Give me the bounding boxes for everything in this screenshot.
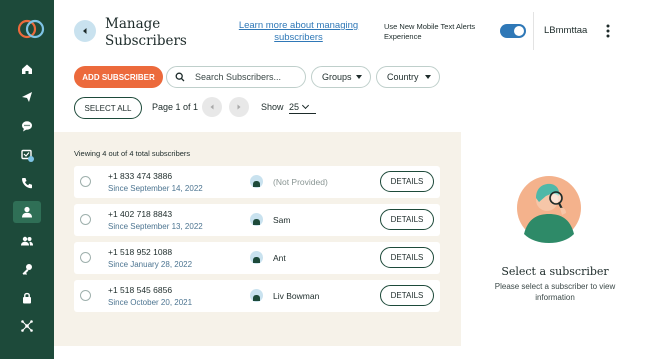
app-logo — [17, 19, 45, 39]
user-name[interactable]: LBmmttaa — [544, 25, 587, 36]
subscriber-since: Since September 14, 2022 — [108, 184, 203, 193]
toolbar: ADD SUBSCRIBER Groups Country SELECT ALL… — [54, 62, 649, 132]
page-size-select[interactable]: 25 — [289, 100, 316, 114]
phone-icon — [22, 178, 32, 189]
chevron-left-icon — [210, 104, 214, 110]
avatar-icon — [250, 175, 263, 188]
subscriber-since: Since September 13, 2022 — [108, 222, 203, 231]
details-button[interactable]: DETAILS — [380, 209, 434, 230]
sidebar-item-groups[interactable] — [13, 230, 41, 252]
subscriber-phone: +1 402 718 8843 — [108, 209, 173, 219]
search-input[interactable] — [195, 72, 305, 82]
country-dropdown-label: Country — [387, 72, 419, 82]
send-icon — [22, 92, 32, 102]
user-icon — [22, 206, 32, 218]
subscriber-name: Sam — [273, 215, 291, 225]
avatar-icon — [250, 289, 263, 302]
caret-down-icon — [356, 75, 362, 79]
groups-dropdown[interactable]: Groups — [311, 66, 371, 88]
subscriber-row[interactable]: +1 518 952 1088 Since January 28, 2022 A… — [74, 242, 440, 274]
prev-page-button[interactable] — [202, 97, 222, 117]
subscriber-phone: +1 518 545 6856 — [108, 285, 173, 295]
subscriber-since: Since January 28, 2022 — [108, 260, 193, 269]
sidebar-item-home[interactable] — [13, 58, 41, 80]
viewing-count: Viewing 4 out of 4 total subscribers — [74, 149, 191, 158]
row-select-radio[interactable] — [80, 290, 91, 301]
details-button[interactable]: DETAILS — [380, 247, 434, 268]
page-header: Manage Subscribers Learn more about mana… — [54, 0, 649, 62]
row-select-radio[interactable] — [80, 252, 91, 263]
details-button[interactable]: DETAILS — [380, 171, 434, 192]
groups-dropdown-label: Groups — [322, 72, 352, 82]
subscriber-row[interactable]: +1 833 474 3886 Since September 14, 2022… — [74, 166, 440, 198]
person-magnifier-illustration — [517, 176, 581, 243]
empty-state-subtitle: Please select a subscriber to view infor… — [494, 282, 616, 302]
sidebar-item-send[interactable] — [13, 86, 41, 108]
search-icon — [175, 72, 185, 82]
key-icon — [22, 264, 32, 275]
network-icon — [21, 320, 33, 332]
add-subscriber-button[interactable]: ADD SUBSCRIBER — [74, 66, 163, 88]
caret-down-icon — [425, 75, 431, 79]
avatar-icon — [250, 213, 263, 226]
subscriber-phone: +1 518 952 1088 — [108, 247, 173, 257]
users-icon — [21, 236, 33, 246]
sidebar-item-calls[interactable] — [13, 172, 41, 194]
subscriber-row[interactable]: +1 402 718 8843 Since September 13, 2022… — [74, 204, 440, 236]
chevron-left-icon — [83, 28, 87, 34]
details-button[interactable]: DETAILS — [380, 285, 434, 306]
subscriber-list: Viewing 4 out of 4 total subscribers +1 … — [54, 132, 461, 346]
sidebar — [0, 0, 54, 359]
next-page-button[interactable] — [229, 97, 249, 117]
avatar-icon — [250, 251, 263, 264]
subscriber-row[interactable]: +1 518 545 6856 Since October 20, 2021 L… — [74, 280, 440, 312]
row-select-radio[interactable] — [80, 214, 91, 225]
more-menu-button[interactable] — [602, 22, 614, 40]
row-select-radio[interactable] — [80, 176, 91, 187]
empty-state-title: Select a subscriber — [501, 265, 609, 278]
subscriber-since: Since October 20, 2021 — [108, 298, 193, 307]
subscriber-name: (Not Provided) — [273, 177, 328, 187]
lock-icon — [23, 292, 31, 304]
search-box — [166, 66, 306, 88]
country-dropdown[interactable]: Country — [376, 66, 440, 88]
chevron-right-icon — [237, 104, 241, 110]
learn-more-link[interactable]: Learn more about managing subscribers — [236, 20, 361, 44]
subscriber-name: Liv Bowman — [273, 291, 320, 301]
subscriber-name: Ant — [273, 253, 286, 263]
select-all-button[interactable]: SELECT ALL — [74, 97, 142, 119]
home-icon — [22, 64, 32, 74]
toggle-knob — [514, 26, 524, 36]
subscriber-detail-panel: Select a subscriber Please select a subs… — [461, 132, 649, 346]
chevron-down-icon — [301, 101, 310, 109]
sidebar-item-security[interactable] — [13, 287, 41, 309]
kebab-menu-icon — [606, 24, 610, 38]
header-divider — [533, 12, 534, 50]
new-experience-label: Use New Mobile Text Alerts Experience — [384, 22, 476, 41]
sidebar-item-keywords[interactable] — [13, 258, 41, 280]
back-button[interactable] — [74, 20, 96, 42]
sidebar-item-integrations[interactable] — [13, 315, 41, 337]
page-title: Manage Subscribers — [105, 16, 187, 49]
show-label: Show — [261, 102, 284, 112]
page-size-value: 25 — [289, 101, 300, 112]
new-experience-toggle[interactable] — [500, 24, 526, 38]
sidebar-item-inbox[interactable] — [13, 144, 41, 166]
inbox-icon — [21, 149, 34, 162]
sidebar-item-subscribers[interactable] — [13, 201, 41, 223]
page-info: Page 1 of 1 — [152, 102, 199, 112]
subscriber-phone: +1 833 474 3886 — [108, 171, 173, 181]
chat-bubble-icon — [22, 121, 32, 132]
sidebar-item-messages[interactable] — [13, 115, 41, 137]
